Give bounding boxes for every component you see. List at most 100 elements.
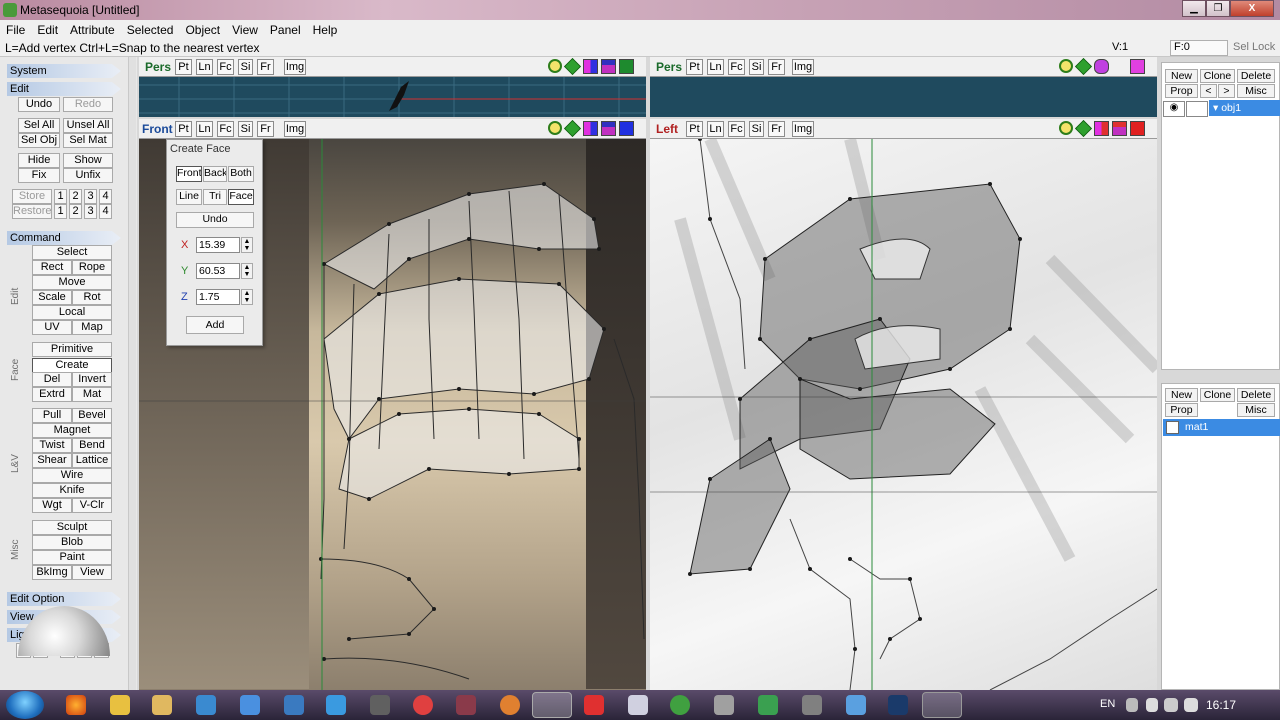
app-icon[interactable] [846,695,866,715]
move-view-icon[interactable] [564,120,581,137]
app-icon[interactable] [284,695,304,715]
store-slot-2[interactable]: 2 [69,189,82,204]
document-icon[interactable] [628,695,648,715]
wgt-button[interactable]: Wgt [32,498,72,513]
zoom-icon[interactable] [1059,59,1073,73]
app-icon[interactable] [456,695,476,715]
left-viewport[interactable] [650,139,1157,690]
close-button[interactable]: X [1230,0,1274,17]
color-toggle-icon[interactable] [1094,121,1109,136]
left-tab-si[interactable]: Si [749,121,764,137]
front-tab-pt[interactable]: Pt [175,121,192,137]
language-indicator[interactable]: EN [1100,698,1115,710]
material-row[interactable]: mat1 [1163,419,1280,436]
object-misc-button[interactable]: Misc [1237,84,1275,98]
flag-icon[interactable] [1146,698,1158,712]
menu-object[interactable]: Object [179,20,226,39]
front-tab-ln[interactable]: Ln [196,121,213,137]
redo-button[interactable]: Redo [63,97,113,112]
x-field[interactable]: 15.39 [196,237,240,253]
paint-button[interactable]: Paint [32,550,112,565]
menu-help[interactable]: Help [307,20,344,39]
front-tab-fc[interactable]: Fc [217,121,234,137]
pers-left-tab-fc[interactable]: Fc [217,59,234,75]
menu-attribute[interactable]: Attribute [64,20,121,39]
green-toggle-icon[interactable] [619,59,634,74]
front-button[interactable]: Front [176,166,202,182]
section-edit[interactable]: Edit [7,82,121,96]
pers-right-tab-si[interactable]: Si [749,59,764,75]
move-view-icon[interactable] [1075,58,1092,75]
material-prop-button[interactable]: Prop [1165,403,1198,417]
shear-button[interactable]: Shear [32,453,72,468]
app-icon[interactable] [196,695,216,715]
z-field[interactable]: 1.75 [196,289,240,305]
select-button[interactable]: Select [32,245,112,260]
zoom-icon[interactable] [548,59,562,73]
knife-button[interactable]: Knife [32,483,112,498]
del-button[interactable]: Del [32,372,72,387]
restore-slot-2[interactable]: 2 [69,204,82,219]
rect-button[interactable]: Rect [32,260,72,275]
face-button[interactable]: Face [228,189,254,205]
color-toggle-icon[interactable] [583,59,598,74]
add-button[interactable]: Add [186,316,244,334]
app-icon[interactable] [413,695,433,715]
start-button[interactable] [6,691,44,719]
object-row[interactable]: ▾ obj1 [1209,100,1280,116]
section-command[interactable]: Command [7,231,121,245]
app-icon[interactable] [326,695,346,715]
pers-right-viewport[interactable] [650,77,1157,117]
left-img-button[interactable]: Img [792,121,814,137]
sculpt-button[interactable]: Sculpt [32,520,112,535]
lattice-button[interactable]: Lattice [72,453,112,468]
volume-icon[interactable] [1184,698,1198,712]
primitive-button[interactable]: Primitive [32,342,112,357]
photoshop-icon[interactable] [888,695,908,715]
network-icon[interactable] [1164,698,1178,712]
front-tab-fr[interactable]: Fr [257,121,274,137]
layer-toggle-icon[interactable] [1112,121,1127,136]
rot-button[interactable]: Rot [72,290,112,305]
rotate-view-icon[interactable] [1094,59,1109,74]
left-title[interactable]: Left [656,122,678,136]
vclr-button[interactable]: V-Clr [72,498,112,513]
pers-right-title[interactable]: Pers [656,60,682,74]
store-button[interactable]: Store [12,189,52,204]
blob-button[interactable]: Blob [32,535,112,550]
app-icon[interactable] [714,695,734,715]
blue-toggle-icon[interactable] [619,121,634,136]
left-tab-pt[interactable]: Pt [686,121,703,137]
app-icon[interactable] [584,695,604,715]
store-slot-1[interactable]: 1 [54,189,67,204]
object-prev-button[interactable]: < [1200,84,1217,98]
tri-button[interactable]: Tri [203,189,227,205]
extrd-button[interactable]: Extrd [32,387,72,402]
sel-all-button[interactable]: Sel All [18,118,60,133]
app-icon[interactable] [758,695,778,715]
pers-left-tab-pt[interactable]: Pt [175,59,192,75]
command-panel-scrollbar[interactable] [128,57,136,690]
front-tab-si[interactable]: Si [238,121,253,137]
metasequoia-taskbar-button[interactable] [532,692,572,718]
magenta-toggle-icon[interactable] [1130,59,1145,74]
left-tab-ln[interactable]: Ln [707,121,724,137]
mat-button[interactable]: Mat [72,387,112,402]
minimize-button[interactable]: ▁ [1182,0,1206,17]
store-slot-4[interactable]: 4 [99,189,112,204]
magnet-button[interactable]: Magnet [32,423,112,438]
red-toggle-icon[interactable] [1130,121,1145,136]
pers-left-tab-ln[interactable]: Ln [196,59,213,75]
maximize-button[interactable]: ❐ [1206,0,1230,17]
hide-button[interactable]: Hide [18,153,60,168]
show-button[interactable]: Show [63,153,113,168]
y-stepper[interactable]: ▲ ▼ [241,263,253,279]
dialog-undo-button[interactable]: Undo [176,212,254,228]
pull-button[interactable]: Pull [32,408,72,423]
pers-left-viewport[interactable] [139,77,646,117]
pers-right-tab-ln[interactable]: Ln [707,59,724,75]
object-new-button[interactable]: New [1165,69,1198,83]
object-prop-button[interactable]: Prop [1165,84,1198,98]
app-icon[interactable] [240,695,260,715]
menu-view[interactable]: View [226,20,264,39]
